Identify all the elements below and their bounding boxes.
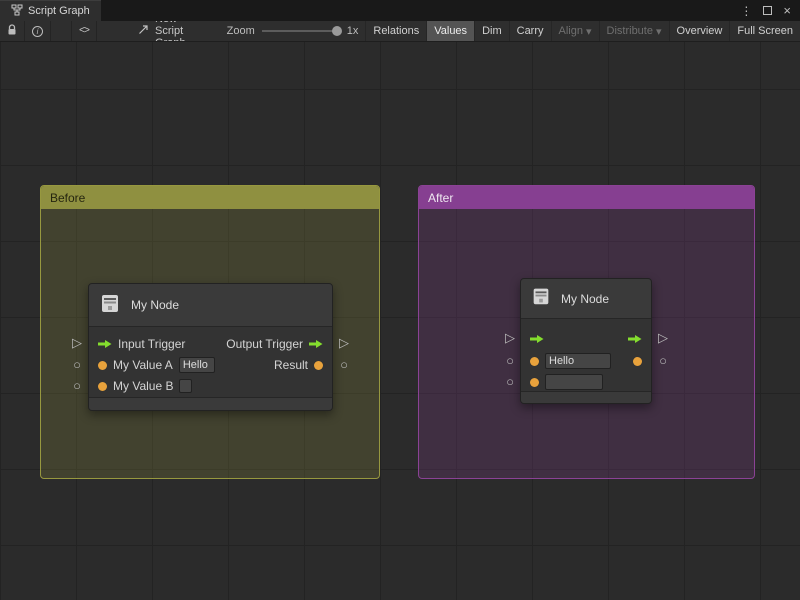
- port-row: [521, 329, 651, 349]
- chevron-down-icon: ▾: [586, 25, 592, 38]
- maximize-icon[interactable]: [763, 6, 772, 15]
- close-icon[interactable]: ×: [783, 6, 791, 16]
- external-value-port[interactable]: ○: [656, 354, 670, 367]
- value-port-icon: [98, 382, 107, 391]
- zoom-slider[interactable]: [262, 30, 340, 32]
- zoom-value: 1x: [347, 25, 359, 37]
- chevron-down-icon: ▾: [656, 25, 662, 38]
- code-view-button[interactable]: <>: [71, 21, 97, 41]
- port-my-value-a[interactable]: [521, 351, 611, 371]
- external-value-port[interactable]: ○: [503, 375, 517, 388]
- flow-arrow-icon: [98, 339, 112, 349]
- port-output-trigger[interactable]: [628, 329, 651, 349]
- my-value-b-field[interactable]: [179, 379, 192, 393]
- value-port-icon: [314, 361, 323, 370]
- lock-button[interactable]: [0, 21, 25, 41]
- zoom-slider-handle[interactable]: [332, 26, 342, 36]
- window-controls: ⋮ ×: [740, 0, 800, 21]
- my-value-a-field[interactable]: [179, 357, 215, 373]
- flow-arrow-icon: [309, 339, 323, 349]
- port-row: [521, 351, 651, 371]
- dim-button[interactable]: Dim: [474, 21, 509, 41]
- align-dropdown[interactable]: Align ▾: [551, 21, 599, 41]
- group-title: Before: [50, 191, 85, 205]
- node-header[interactable]: My Node: [89, 284, 332, 327]
- distribute-dropdown[interactable]: Distribute ▾: [599, 21, 669, 41]
- external-value-port[interactable]: ○: [70, 358, 84, 371]
- relations-button[interactable]: Relations: [365, 21, 426, 41]
- tab-bar: Script Graph ⋮ ×: [0, 0, 800, 21]
- graph-cursor-icon: [138, 24, 149, 38]
- group-before-header[interactable]: Before: [41, 186, 379, 209]
- script-graph-icon: [11, 4, 23, 19]
- flow-arrow-icon: [530, 334, 544, 344]
- port-row: My Value B: [89, 376, 332, 396]
- kebab-menu-icon[interactable]: ⋮: [740, 4, 752, 18]
- node-title: My Node: [131, 298, 179, 312]
- tab-script-graph[interactable]: Script Graph: [0, 0, 101, 21]
- zoom-label: Zoom: [227, 25, 255, 37]
- port-my-value-b[interactable]: [521, 372, 603, 392]
- graph-canvas[interactable]: Before After My Node Input Trigger: [0, 42, 800, 600]
- my-value-a-field[interactable]: [545, 353, 611, 369]
- graph-name-button[interactable]: New Script Graph: [131, 21, 194, 41]
- port-input-trigger[interactable]: Input Trigger: [89, 334, 185, 354]
- external-trigger-port[interactable]: ▷: [503, 331, 517, 344]
- value-port-icon: [530, 378, 539, 387]
- port-result[interactable]: Result: [274, 355, 332, 375]
- info-button[interactable]: i: [25, 21, 51, 41]
- node-footer: [521, 391, 651, 403]
- value-port-icon: [530, 357, 539, 366]
- carry-button[interactable]: Carry: [509, 21, 551, 41]
- graph-toolbar: i <> New Script Graph Zoom 1x Relations …: [0, 21, 800, 42]
- tab-title: Script Graph: [28, 5, 90, 17]
- node-title: My Node: [561, 292, 609, 306]
- port-output-trigger[interactable]: Output Trigger: [226, 334, 332, 354]
- code-icon: <>: [79, 26, 89, 37]
- zoom-control: Zoom 1x: [220, 21, 366, 41]
- my-value-b-field[interactable]: [545, 374, 603, 390]
- external-trigger-port[interactable]: ▷: [337, 336, 351, 349]
- external-trigger-port[interactable]: ▷: [70, 336, 84, 349]
- external-value-port[interactable]: ○: [70, 379, 84, 392]
- port-input-trigger[interactable]: [521, 329, 544, 349]
- external-trigger-port[interactable]: ▷: [656, 331, 670, 344]
- fullscreen-button[interactable]: Full Screen: [729, 21, 800, 41]
- overview-button[interactable]: Overview: [669, 21, 730, 41]
- group-title: After: [428, 191, 453, 205]
- port-row: [521, 372, 651, 392]
- info-icon: i: [32, 26, 43, 37]
- node-my-node-after[interactable]: My Node: [520, 278, 652, 404]
- node-my-node-before[interactable]: My Node Input Trigger Output Trigger My …: [88, 283, 333, 411]
- graph-name-label: New Script Graph: [155, 21, 187, 42]
- node-icon: [98, 291, 122, 320]
- node-header[interactable]: My Node: [521, 279, 651, 319]
- node-icon: [530, 285, 552, 312]
- flow-arrow-icon: [628, 334, 642, 344]
- value-port-icon: [633, 357, 642, 366]
- external-value-port[interactable]: ○: [337, 358, 351, 371]
- group-after-header[interactable]: After: [419, 186, 754, 209]
- node-footer: [89, 397, 332, 410]
- toolbar-buttons: Relations Values Dim Carry Align ▾ Distr…: [365, 21, 800, 41]
- port-result[interactable]: [633, 351, 651, 371]
- external-value-port[interactable]: ○: [503, 354, 517, 367]
- port-my-value-a[interactable]: My Value A: [89, 355, 215, 375]
- values-button[interactable]: Values: [426, 21, 474, 41]
- lock-icon: [7, 24, 17, 39]
- port-row: My Value A Result: [89, 355, 332, 375]
- port-row: Input Trigger Output Trigger: [89, 334, 332, 354]
- value-port-icon: [98, 361, 107, 370]
- port-my-value-b[interactable]: My Value B: [89, 376, 192, 396]
